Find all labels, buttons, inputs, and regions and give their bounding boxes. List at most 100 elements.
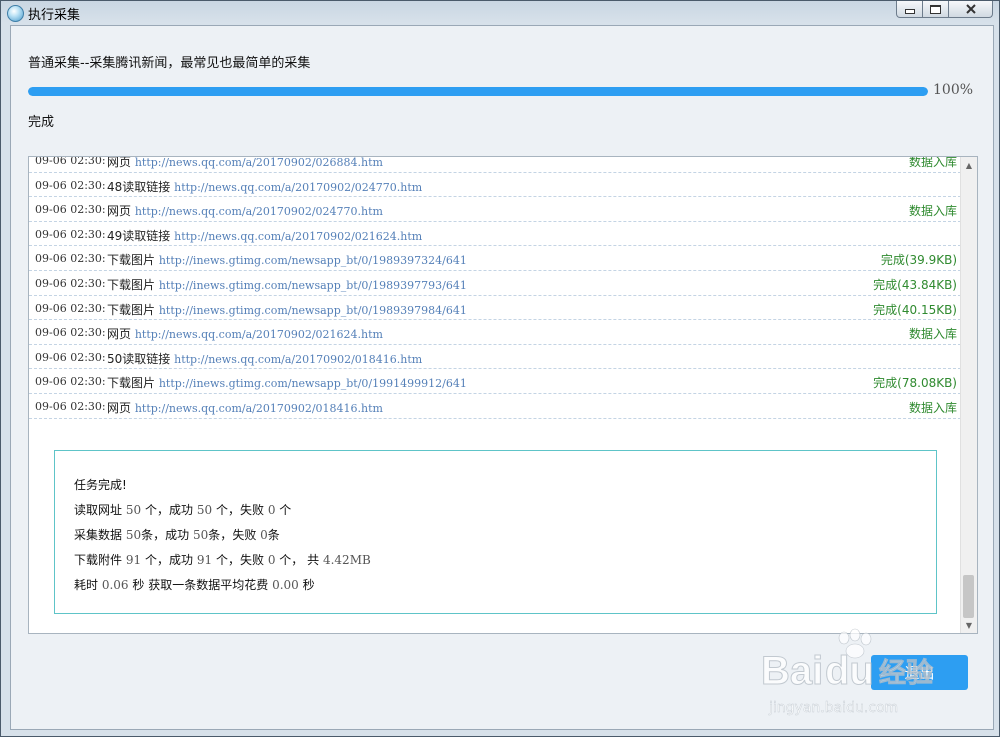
log-row: 09-06 02:30: 49读取链接 http://news.qq.com/a/… xyxy=(29,222,961,247)
log-action-label: 49读取链接 xyxy=(107,228,171,243)
data-unit-3: 条 xyxy=(267,528,280,542)
log-action: 网页 http://news.qq.com/a/20170902/018416.… xyxy=(107,399,383,416)
time-unit: 秒 xyxy=(132,578,145,592)
window-title: 执行采集 xyxy=(28,8,81,23)
log-row: 09-06 02:30: 下载图片 http://inews.gtimg.com/… xyxy=(29,246,961,271)
log-result: 完成(78.08KB) xyxy=(873,376,957,391)
log-result: 数据入库 xyxy=(908,204,957,219)
data-unit-2: 条 xyxy=(208,528,221,542)
progress-percent: 100% xyxy=(933,82,974,98)
log-list: 09-06 02:30: 网页 http://news.qq.com/a/2017… xyxy=(29,156,961,419)
close-button[interactable] xyxy=(949,1,993,18)
log-action: 网页 http://news.qq.com/a/20170902/026884.… xyxy=(107,156,383,170)
time-seconds: 0.06 xyxy=(101,578,129,592)
minimize-button[interactable] xyxy=(896,1,923,18)
log-result: 数据入库 xyxy=(908,156,957,169)
status-text: 完成 xyxy=(28,115,55,130)
urls-success-label: 成功 xyxy=(168,503,193,517)
scroll-thumb[interactable] xyxy=(963,575,974,618)
maximize-button[interactable] xyxy=(923,1,949,18)
log-action: 48读取链接 http://news.qq.com/a/20170902/024… xyxy=(107,178,422,195)
dialog-content: 普通采集--采集腾讯新闻，最常见也最简单的采集 100% 完成 09-06 02… xyxy=(10,25,994,730)
collection-window: 执行采集 普通采集--采集腾讯新闻，最常见也最简单的采集 100% 完成 09-… xyxy=(0,0,1000,737)
att-unit-2: 个 xyxy=(215,553,228,567)
scroll-down-icon[interactable]: ▼ xyxy=(961,617,977,633)
urls-unit-3: 个 xyxy=(279,503,292,517)
log-url[interactable]: http://news.qq.com/a/20170902/021624.htm xyxy=(174,230,422,243)
log-row: 09-06 02:30: 网页 http://news.qq.com/a/2017… xyxy=(29,156,961,173)
log-url[interactable]: http://inews.gtimg.com/newsapp_bt/0/1989… xyxy=(159,254,467,267)
time-unit-2: 秒 xyxy=(302,578,315,592)
att-success: 91 xyxy=(196,553,213,567)
log-row: 09-06 02:30: 网页 http://news.qq.com/a/2017… xyxy=(29,197,961,222)
data-unit: 条 xyxy=(141,528,154,542)
log-action-label: 50读取链接 xyxy=(107,351,171,366)
log-url[interactable]: http://news.qq.com/a/20170902/021624.htm xyxy=(135,328,383,341)
log-url[interactable]: http://news.qq.com/a/20170902/026884.htm xyxy=(135,157,383,169)
urls-unit-2: 个 xyxy=(215,503,228,517)
time-avg: 0.00 xyxy=(272,578,299,592)
summary-heading: 任务完成! xyxy=(74,478,127,492)
att-size: 4.42MB xyxy=(322,553,371,567)
title-bar[interactable]: 执行采集 xyxy=(1,1,999,25)
log-time: 09-06 02:30: xyxy=(35,178,106,192)
log-time: 09-06 02:30: xyxy=(35,227,106,241)
data-label: 采集数据 xyxy=(74,528,123,542)
log-url[interactable]: http://news.qq.com/a/20170902/024770.htm xyxy=(135,205,383,218)
log-time: 09-06 02:30: xyxy=(35,156,106,167)
log-panel[interactable]: 09-06 02:30: 网页 http://news.qq.com/a/2017… xyxy=(28,156,978,634)
log-action-label: 下载图片 xyxy=(107,253,156,268)
log-url[interactable]: http://news.qq.com/a/20170902/018416.htm xyxy=(135,402,383,415)
log-action: 下载图片 http://inews.gtimg.com/newsapp_bt/0… xyxy=(107,276,467,293)
log-action-label: 下载图片 xyxy=(107,277,156,292)
data-success-label: 成功 xyxy=(165,528,190,542)
urls-success: 50 xyxy=(196,503,213,517)
log-result: 数据入库 xyxy=(908,327,957,342)
log-action: 网页 http://news.qq.com/a/20170902/024770.… xyxy=(107,202,383,219)
att-success-label: 成功 xyxy=(168,553,193,567)
log-url[interactable]: http://news.qq.com/a/20170902/018416.htm xyxy=(174,353,422,366)
app-icon xyxy=(7,5,24,22)
minimize-icon xyxy=(904,9,915,14)
window-controls xyxy=(896,1,993,18)
log-action-label: 下载图片 xyxy=(107,376,156,391)
log-time: 09-06 02:30: xyxy=(35,375,106,389)
log-url[interactable]: http://inews.gtimg.com/newsapp_bt/0/1991… xyxy=(159,377,467,390)
progress-bar xyxy=(28,87,928,96)
data-fail: 0 xyxy=(260,528,268,542)
att-unit-3: 个 xyxy=(279,553,292,567)
log-row: 09-06 02:30: 48读取链接 http://news.qq.com/a/… xyxy=(29,173,961,198)
log-action: 49读取链接 http://news.qq.com/a/20170902/021… xyxy=(107,227,422,244)
att-label: 下载附件 xyxy=(74,553,123,567)
urls-fail-label: 失败 xyxy=(239,503,264,517)
log-row: 09-06 02:30: 网页 http://news.qq.com/a/2017… xyxy=(29,320,961,345)
log-action: 网页 http://news.qq.com/a/20170902/021624.… xyxy=(107,325,383,342)
log-action: 50读取链接 http://news.qq.com/a/20170902/018… xyxy=(107,350,422,367)
log-time: 09-06 02:30: xyxy=(35,350,106,364)
log-row: 09-06 02:30: 下载图片 http://inews.gtimg.com/… xyxy=(29,369,961,394)
log-url[interactable]: http://inews.gtimg.com/newsapp_bt/0/1989… xyxy=(159,279,467,292)
summary-data: 采集数据 50条，成功 50条，失败 0条 xyxy=(74,528,280,542)
scroll-up-icon[interactable]: ▲ xyxy=(961,157,977,173)
log-url[interactable]: http://news.qq.com/a/20170902/024770.htm xyxy=(174,181,422,194)
log-action-label: 下载图片 xyxy=(107,302,156,317)
log-time: 09-06 02:30: xyxy=(35,252,106,266)
urls-unit: 个 xyxy=(144,503,157,517)
log-action-label: 48读取链接 xyxy=(107,179,171,194)
log-row: 09-06 02:30: 下载图片 http://inews.gtimg.com/… xyxy=(29,296,961,321)
log-time: 09-06 02:30: xyxy=(35,326,106,340)
data-fail-label: 失败 xyxy=(232,528,257,542)
exit-button[interactable]: 退出 xyxy=(871,655,968,690)
log-action-label: 网页 xyxy=(107,156,132,169)
log-action-label: 网页 xyxy=(107,400,132,415)
log-scrollbar[interactable]: ▲ ▼ xyxy=(960,157,977,633)
log-action: 下载图片 http://inews.gtimg.com/newsapp_bt/0… xyxy=(107,374,467,391)
data-total: 50 xyxy=(125,528,142,542)
att-total: 91 xyxy=(125,553,142,567)
log-url[interactable]: http://inews.gtimg.com/newsapp_bt/0/1989… xyxy=(159,304,467,317)
task-title: 普通采集--采集腾讯新闻，最常见也最简单的采集 xyxy=(28,56,311,71)
log-result: 完成(39.9KB) xyxy=(880,253,957,268)
log-time: 09-06 02:30: xyxy=(35,301,106,315)
log-action-label: 网页 xyxy=(107,327,132,342)
log-action-label: 网页 xyxy=(107,204,132,219)
